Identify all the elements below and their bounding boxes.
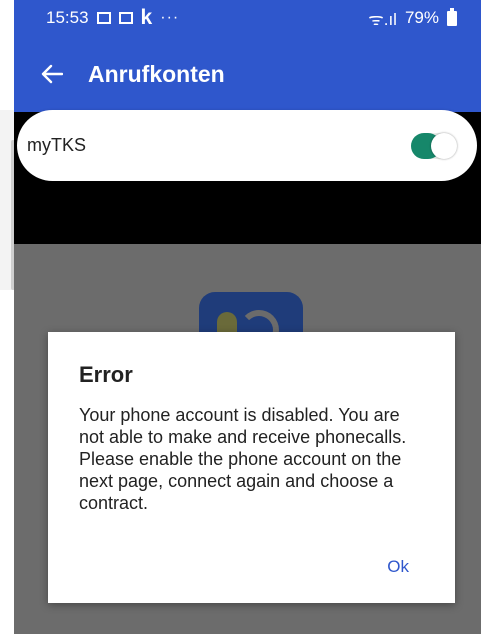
battery-level: 79% bbox=[404, 8, 439, 27]
account-enable-toggle[interactable] bbox=[411, 132, 457, 159]
more-notifications-icon: ··· bbox=[160, 9, 180, 26]
account-name: myTKS bbox=[27, 135, 87, 155]
page-title: Anrufkonten bbox=[88, 60, 225, 87]
wifi-signal-icon: ᯤ.ıl bbox=[368, 9, 397, 29]
ok-button[interactable]: Ok bbox=[387, 557, 409, 577]
media-icon bbox=[118, 12, 133, 24]
dialog-message: Your phone account is disabled. You are … bbox=[79, 405, 407, 513]
data-saver-icon bbox=[96, 12, 111, 24]
app-bar: Anrufkonten bbox=[14, 36, 481, 112]
dialog-title: Error bbox=[79, 362, 133, 387]
app-notification-icon: k bbox=[140, 6, 153, 29]
battery-icon bbox=[447, 7, 457, 26]
error-dialog: Error Your phone account is disabled. Yo… bbox=[48, 332, 455, 603]
status-time: 15:53 bbox=[46, 8, 89, 27]
account-row-mytks[interactable]: myTKS bbox=[17, 110, 477, 181]
toggle-knob bbox=[431, 132, 457, 159]
status-bar: 15:53 k ··· ᯤ.ıl 79% bbox=[14, 0, 481, 36]
back-arrow-icon[interactable] bbox=[38, 60, 66, 88]
